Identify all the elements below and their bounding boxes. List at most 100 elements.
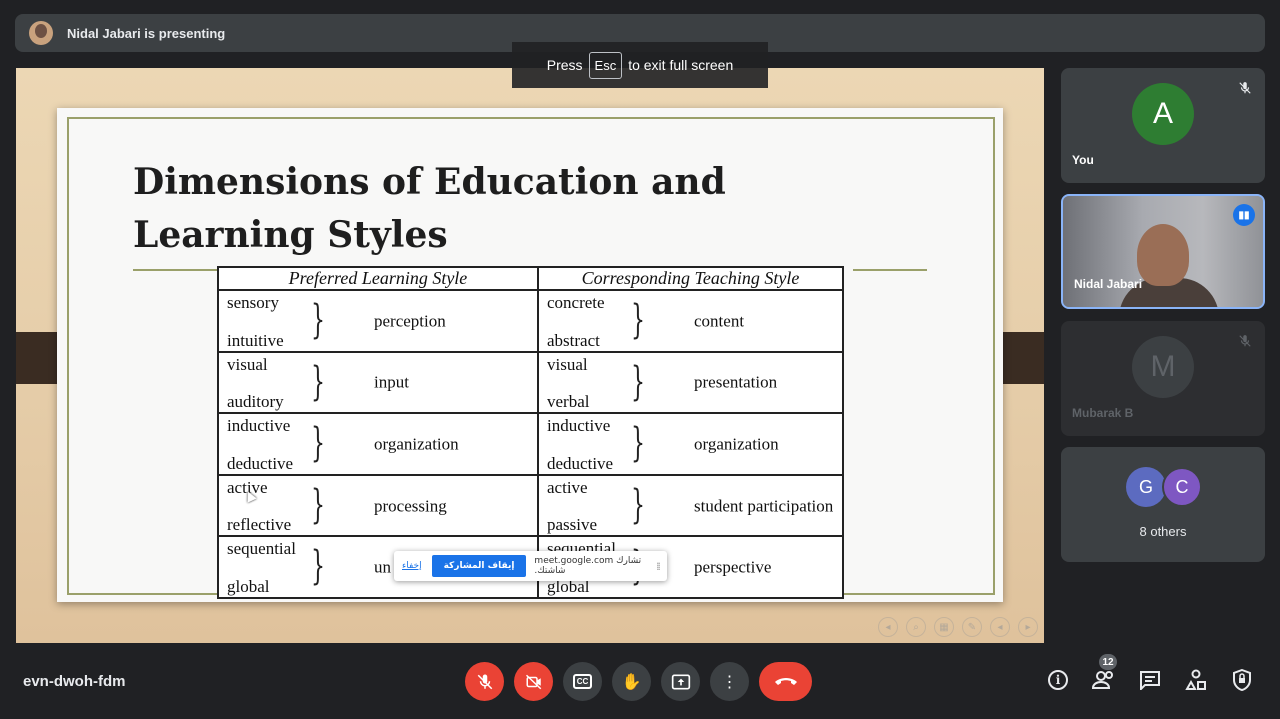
table-row: inductive deductive} organization inductive…	[217, 412, 844, 476]
participant-tile-presenter[interactable]: ▮▮ Nidal Jabari	[1061, 194, 1265, 309]
meeting-details-button[interactable]: i	[1046, 668, 1070, 692]
participant-tile-others[interactable]: G C 8 others	[1061, 447, 1265, 562]
screen-share-popup: إخفاء إيقاف المشاركة تشارك meet.google.c…	[394, 551, 667, 581]
slide-menu-icon[interactable]: ▦	[934, 617, 954, 637]
chat-icon	[1140, 671, 1160, 690]
dimension-label: organization	[374, 434, 459, 454]
brace-glyph: }	[311, 297, 325, 343]
title-rule	[853, 269, 927, 271]
style-bottom: deductive	[547, 453, 614, 473]
host-controls-icon	[1233, 669, 1251, 691]
people-button[interactable]: 12	[1092, 654, 1117, 692]
meeting-code[interactable]: evn-dwoh-fdm	[23, 673, 126, 690]
cell-content: concrete abstract} content	[539, 291, 842, 351]
slide-next-icon[interactable]: ▸	[1018, 617, 1038, 637]
esc-key: Esc	[588, 51, 623, 79]
dimension-label: perspective	[694, 557, 772, 577]
dimension-label: perception	[374, 311, 446, 331]
participant-name: Mubarak B	[1072, 406, 1134, 420]
dimension-label: organization	[694, 434, 779, 454]
style-bottom: reflective	[227, 515, 292, 535]
toast-suffix: to exit full screen	[628, 57, 734, 73]
host-controls-button[interactable]	[1230, 668, 1254, 692]
activities-button[interactable]	[1184, 668, 1208, 692]
stop-sharing-button[interactable]: إيقاف المشاركة	[431, 555, 527, 577]
style-bottom: intuitive	[227, 330, 284, 350]
slide-back-icon[interactable]: ◂	[990, 617, 1010, 637]
mic-off-icon	[1235, 78, 1255, 98]
dimension-label: processing	[374, 496, 447, 516]
activities-icon	[1185, 669, 1206, 690]
chat-button[interactable]	[1138, 668, 1162, 692]
call-controls: CC ✋ ⋮	[465, 662, 812, 701]
cell-content: visual verbal} presentation	[539, 353, 842, 413]
brace-glyph: }	[631, 358, 645, 405]
meet-window: Nidal Jabari is presenting Press Esc to …	[0, 0, 1280, 719]
participant-tile-you[interactable]: A You	[1061, 68, 1265, 183]
drag-handle-icon[interactable]: ⁞⁞	[656, 560, 661, 573]
more-options-button[interactable]: ⋮	[710, 662, 749, 701]
slide-zoom-icon[interactable]: ⌕	[906, 617, 926, 637]
leave-call-button[interactable]	[759, 662, 812, 701]
presenter-avatar	[29, 21, 53, 45]
participant-tile-mubarak[interactable]: M Mubarak B	[1061, 321, 1265, 436]
cell-content: inductive deductive} organization	[539, 414, 842, 474]
mic-toggle-button[interactable]	[465, 662, 504, 701]
raise-hand-icon: ✋	[621, 673, 642, 691]
header-preferred: Preferred Learning Style	[217, 266, 539, 291]
style-top: inductive	[227, 416, 291, 436]
title-rule	[133, 269, 217, 271]
slide-controls: ◂ ⌕ ▦ ✎ ◂ ▸	[878, 617, 1038, 637]
avatar: A	[1132, 83, 1194, 145]
cell-content: inductive deductive} organization	[219, 414, 537, 474]
mic-off-icon	[1235, 331, 1255, 351]
style-bottom: passive	[547, 515, 598, 535]
mic-off-icon	[477, 674, 492, 689]
left-style-cell: visual auditory} input	[217, 350, 539, 415]
brace-glyph: }	[631, 297, 645, 343]
right-style-cell: active passive} student participation	[537, 473, 844, 538]
camera-toggle-button[interactable]	[514, 662, 553, 701]
table-row: visual auditory} input visual verbal} present…	[217, 350, 844, 415]
brace-glyph: }	[311, 420, 325, 467]
presenting-text: Nidal Jabari is presenting	[67, 25, 226, 41]
brace-glyph: }	[311, 543, 325, 590]
presenter-face	[1137, 224, 1189, 286]
style-bottom: global	[227, 576, 270, 596]
avatar: C	[1162, 467, 1202, 507]
people-count-badge: 12	[1099, 654, 1117, 670]
brace-glyph: }	[311, 481, 325, 528]
captions-button[interactable]: CC	[563, 662, 602, 701]
style-top: visual	[227, 354, 268, 374]
table-row: sensory intuitive} perception concrete abstr…	[217, 289, 844, 353]
style-top: inductive	[547, 416, 611, 436]
slide-prev-icon[interactable]: ◂	[878, 617, 898, 637]
avatar: M	[1132, 336, 1194, 398]
cell-content: active reflective} processing	[219, 476, 537, 536]
slide: Dimensions of Education and Learning Sty…	[57, 108, 1003, 602]
brace-glyph: }	[631, 420, 645, 467]
people-icon	[1092, 671, 1113, 689]
brace-glyph: }	[631, 481, 645, 528]
info-icon: i	[1048, 670, 1068, 690]
presentation-stage: Dimensions of Education and Learning Sty…	[16, 68, 1044, 643]
slide-title: Dimensions of Education and Learning Sty…	[133, 161, 726, 256]
hide-share-link[interactable]: إخفاء	[402, 561, 422, 571]
header-corresponding: Corresponding Teaching Style	[537, 266, 844, 291]
brace-glyph: }	[311, 358, 325, 405]
style-top: sequential	[227, 539, 296, 559]
speaking-indicator-icon: ▮▮	[1233, 204, 1255, 226]
left-style-cell: active reflective} processing	[217, 473, 539, 538]
toast-press: Press	[546, 57, 583, 73]
right-style-cell: visual verbal} presentation	[537, 350, 844, 415]
cell-content: visual auditory} input	[219, 353, 537, 413]
raise-hand-button[interactable]: ✋	[612, 662, 651, 701]
slide-pen-icon[interactable]: ✎	[962, 617, 982, 637]
style-bottom: deductive	[227, 453, 294, 473]
captions-icon: CC	[572, 674, 593, 689]
share-message: تشارك meet.google.com شاشتك.	[534, 556, 642, 576]
participant-name: You	[1072, 153, 1094, 167]
left-style-cell: sensory intuitive} perception	[217, 289, 539, 353]
learning-styles-table: Preferred Learning Style Corresponding T…	[217, 266, 844, 599]
present-button[interactable]	[661, 662, 700, 701]
